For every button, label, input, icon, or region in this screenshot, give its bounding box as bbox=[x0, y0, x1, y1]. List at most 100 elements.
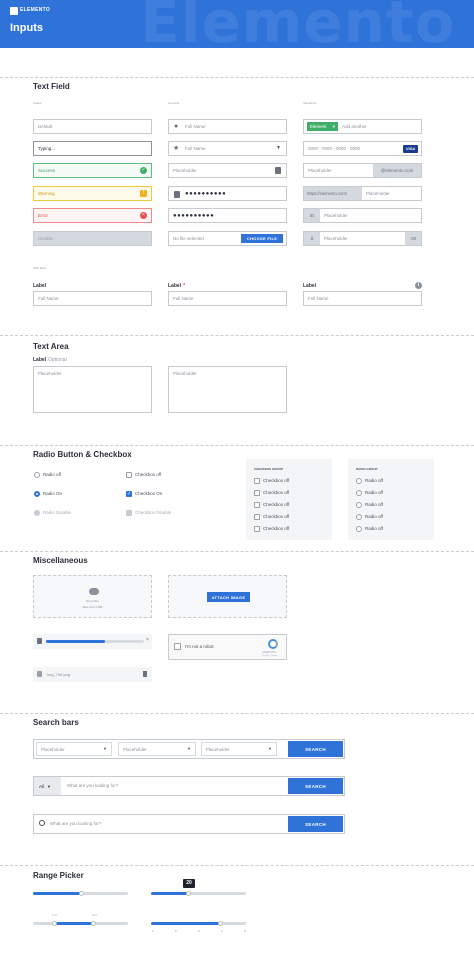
select-star-text: Full Name bbox=[185, 146, 206, 151]
radio-on[interactable] bbox=[34, 491, 40, 497]
group-checkbox-4[interactable] bbox=[254, 514, 260, 520]
radio-group: RADIO GROUP Radio off Radio off Radio of… bbox=[348, 459, 434, 540]
tag-chip-label: Element bbox=[310, 124, 327, 129]
radio-off[interactable] bbox=[34, 472, 40, 478]
required-asterisk: * bbox=[183, 283, 186, 289]
select-2[interactable]: Placeholder ▼ bbox=[118, 742, 196, 756]
group-radio-1[interactable] bbox=[356, 478, 362, 484]
close-icon[interactable]: × bbox=[333, 124, 336, 129]
section-divider bbox=[0, 77, 474, 78]
group-radio-4[interactable] bbox=[356, 514, 362, 520]
check-circle-icon: ✓ bbox=[140, 167, 147, 174]
file-input[interactable]: No file selected CHOOSE FILE bbox=[168, 231, 287, 246]
step-tick-5: 5 bbox=[244, 929, 246, 933]
recaptcha-checkbox[interactable] bbox=[174, 643, 181, 650]
password-dots-2: ●●●●●●●●●● bbox=[173, 212, 215, 219]
input-error[interactable]: Error × bbox=[33, 208, 152, 223]
input-typing[interactable]: Typing... bbox=[33, 141, 152, 156]
section-title-radio-checkbox: Radio Button & Checkbox bbox=[33, 450, 132, 459]
group-checkbox-3[interactable] bbox=[254, 502, 260, 508]
field-label-2-text: Label bbox=[168, 283, 182, 289]
section-divider bbox=[0, 335, 474, 336]
range-from-label: 1 m bbox=[52, 913, 58, 917]
file-drop-zone[interactable]: Drop files Max size 5 MB bbox=[33, 575, 152, 618]
group-checkbox-4-label: Checkbox off bbox=[263, 514, 290, 519]
search-input-2[interactable]: What are you looking for? bbox=[50, 821, 101, 826]
trash-icon[interactable] bbox=[143, 671, 147, 677]
currency-input[interactable]: $ Placeholder .00 bbox=[303, 231, 422, 246]
page-header: Elemento ELEMENTO Inputs bbox=[0, 0, 474, 48]
select-3[interactable]: Placeholder ▼ bbox=[201, 742, 277, 756]
tooltip-slider-handle[interactable] bbox=[186, 891, 191, 896]
select-1[interactable]: Placeholder ▼ bbox=[36, 742, 112, 756]
labeled-input-3-placeholder: Full Name bbox=[308, 296, 329, 301]
search-input-1[interactable]: What are you looking for? bbox=[67, 783, 118, 788]
input-with-user-icon[interactable]: ● Full Name bbox=[168, 119, 287, 134]
group-checkbox-5[interactable] bbox=[254, 526, 260, 532]
field-label-2: Label * bbox=[168, 283, 185, 289]
choose-file-button[interactable]: CHOOSE FILE bbox=[241, 234, 283, 243]
checkbox-off[interactable] bbox=[126, 472, 132, 478]
group-radio-5[interactable] bbox=[356, 526, 362, 532]
group-checkbox-1[interactable] bbox=[254, 478, 260, 484]
labeled-input-2[interactable]: Full Name bbox=[168, 291, 287, 306]
chevron-down-icon: ▼ bbox=[187, 746, 191, 751]
labeled-input-1[interactable]: Full Name bbox=[33, 291, 152, 306]
tag-chip[interactable]: Element × bbox=[307, 122, 339, 131]
textarea-2[interactable]: Placeholder bbox=[168, 366, 287, 413]
range-slider-track[interactable] bbox=[33, 922, 128, 925]
field-label-3-text: Label bbox=[303, 283, 317, 289]
lock-icon bbox=[174, 191, 180, 198]
range-slider-handle-end[interactable] bbox=[91, 921, 96, 926]
range-slider-handle-start[interactable] bbox=[52, 921, 57, 926]
input-disabled-text: Disable bbox=[38, 236, 54, 241]
multi-select-search-bar: Placeholder ▼ Placeholder ▼ Placeholder ▼ S… bbox=[33, 739, 345, 759]
id-prefix-input[interactable]: ID Placeholder bbox=[303, 208, 422, 223]
password-field-1[interactable]: ●●●●●●●●●● bbox=[168, 186, 287, 201]
stepped-slider-handle[interactable] bbox=[218, 921, 223, 926]
input-warning[interactable]: Warning! bbox=[33, 186, 152, 201]
select-with-star-icon[interactable]: ★ Full Name ▼ bbox=[168, 141, 287, 156]
input-success[interactable]: Success ✓ bbox=[33, 163, 152, 178]
search-button-2[interactable]: SEARCH bbox=[288, 778, 343, 794]
card-number-input[interactable]: 0000 - 0000 - 0000 - 0000 VISA bbox=[303, 141, 422, 156]
group-radio-4-label: Radio off bbox=[365, 514, 383, 519]
input-disabled: Disable bbox=[33, 231, 152, 246]
close-icon[interactable]: × bbox=[146, 637, 149, 643]
group-checkbox-2[interactable] bbox=[254, 490, 260, 496]
header-watermark: Elemento bbox=[140, 0, 456, 48]
single-slider-handle[interactable] bbox=[78, 891, 84, 896]
upload-progress-track bbox=[46, 640, 144, 643]
url-prefix-input[interactable]: https://elemento.com/ Placeholder bbox=[303, 186, 422, 201]
textarea-1[interactable]: Placeholder bbox=[33, 366, 152, 413]
input-with-lock-right[interactable]: Placeholder bbox=[168, 163, 287, 178]
textarea-label-text: Label bbox=[33, 357, 47, 363]
tooltip-slider-track[interactable] bbox=[151, 892, 246, 895]
password-dots-1: ●●●●●●●●●● bbox=[185, 190, 227, 197]
password-field-2[interactable]: ●●●●●●●●●● bbox=[168, 208, 287, 223]
search-button-3[interactable]: SEARCH bbox=[288, 816, 343, 832]
email-suffix-placeholder: Placeholder bbox=[308, 168, 332, 173]
group-radio-3[interactable] bbox=[356, 502, 362, 508]
category-select[interactable]: All ▼ bbox=[34, 777, 61, 795]
stepped-slider-track[interactable] bbox=[151, 922, 246, 925]
checkbox-on-label: Checkbox On bbox=[135, 491, 163, 496]
search-button-1[interactable]: SEARCH bbox=[288, 741, 343, 757]
section-title-text-field: Text Field bbox=[33, 82, 70, 91]
email-suffix-input[interactable]: Placeholder @elemento.com bbox=[303, 163, 422, 178]
group-radio-5-label: Radio off bbox=[365, 526, 383, 531]
input-default[interactable]: Default bbox=[33, 119, 152, 134]
attach-image-button[interactable]: ATTACH IMAGE bbox=[207, 592, 250, 602]
labeled-input-3[interactable]: Full Name bbox=[303, 291, 422, 306]
tag-input[interactable]: Element × Add another bbox=[303, 119, 422, 134]
step-tick-1: 1 bbox=[152, 929, 154, 933]
group-radio-2[interactable] bbox=[356, 490, 362, 496]
recaptcha-terms: Privacy - Terms bbox=[262, 655, 278, 657]
page-title: Inputs bbox=[10, 22, 43, 34]
labeled-input-1-placeholder: Full Name bbox=[38, 296, 59, 301]
recaptcha-widget: I'm not a robot reCAPTCHA Privacy - Term… bbox=[168, 634, 287, 660]
section-divider bbox=[0, 865, 474, 866]
field-label-3: Label bbox=[303, 283, 316, 289]
info-icon[interactable]: i bbox=[415, 282, 422, 289]
checkbox-on[interactable]: ✓ bbox=[126, 491, 132, 497]
